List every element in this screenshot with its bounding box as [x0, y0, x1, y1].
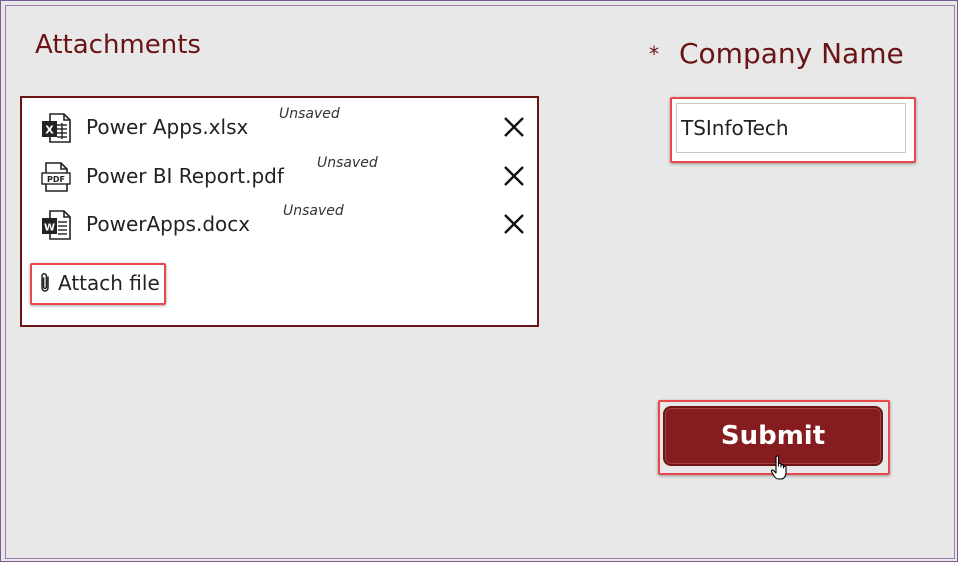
attachments-title: Attachments	[35, 30, 201, 60]
paperclip-icon	[41, 273, 49, 292]
company-name-label: Company Name	[679, 37, 904, 70]
submit-button-container: Submit	[658, 400, 890, 475]
attachment-item[interactable]: W PowerApps.docx Unsaved	[40, 203, 527, 247]
attachment-status: Unsaved	[283, 203, 344, 219]
company-name-field-container	[670, 97, 916, 163]
word-file-icon: W	[42, 210, 71, 240]
attachment-status: Unsaved	[317, 155, 378, 171]
attachment-file-name: Power Apps.xlsx	[86, 115, 249, 139]
attach-file-label: Attach file	[58, 271, 160, 295]
svg-text:W: W	[44, 223, 55, 234]
remove-attachment-icon[interactable]	[501, 163, 527, 189]
submit-button[interactable]: Submit	[663, 406, 883, 466]
company-name-input[interactable]	[676, 103, 906, 153]
required-marker: *	[649, 42, 659, 66]
attach-file-button[interactable]: Attach file	[30, 263, 166, 305]
attachments-control: X Power Apps.xlsx Unsaved PDF Power BI R…	[20, 96, 539, 327]
attachment-item[interactable]: PDF Power BI Report.pdf Unsaved	[40, 155, 527, 199]
attachment-item[interactable]: X Power Apps.xlsx Unsaved	[40, 106, 527, 150]
attachment-file-name: Power BI Report.pdf	[86, 164, 284, 188]
svg-text:X: X	[45, 124, 54, 137]
svg-text:PDF: PDF	[47, 175, 65, 184]
attachment-file-name: PowerApps.docx	[86, 212, 251, 236]
remove-attachment-icon[interactable]	[501, 114, 527, 140]
remove-attachment-icon[interactable]	[501, 211, 527, 237]
pdf-file-icon: PDF	[41, 162, 71, 192]
attachment-status: Unsaved	[279, 106, 340, 122]
excel-file-icon: X	[42, 113, 71, 143]
